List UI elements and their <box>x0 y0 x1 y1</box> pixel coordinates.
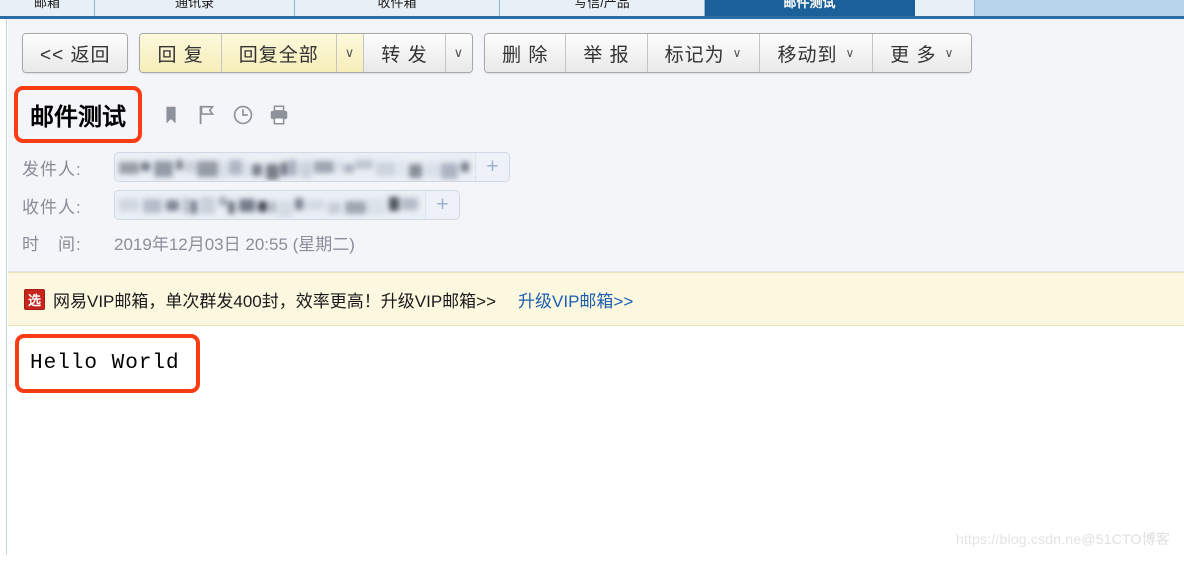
bookmark-icon[interactable] <box>160 104 182 126</box>
mail-page: << 返回 回 复 回复全部 ∨ 转 发 ∨ 删 除 举 报 标记为 ∨ 移动到 ∨ 更 多 ∨ 邮件测试 <box>0 19 1184 576</box>
reply-button[interactable]: 回 复 <box>140 34 222 72</box>
to-label: 收件人: <box>22 197 82 217</box>
more-button-chevron-down-icon: ∨ <box>944 46 955 60</box>
mail-subject: 邮件测试 <box>30 104 126 131</box>
forward-button[interactable]: 转 发 <box>364 34 446 72</box>
reply-all-button-label: 回复全部 <box>238 44 319 66</box>
watermark: https://blog.csdn.ne@51CTO博客 <box>956 529 1170 549</box>
to-address-pill[interactable]: + <box>114 190 460 220</box>
browser-tab-label-1: 通讯录 <box>174 0 214 10</box>
move-to-button-label: 移动到 <box>777 44 838 66</box>
move-to-button-chevron-down-icon: ∨ <box>845 46 856 60</box>
reply-dropdown-caret-label: ∨ <box>344 45 356 60</box>
flag-icon[interactable] <box>196 104 218 126</box>
ad-text: 网易VIP邮箱，单次群发400封，效率更高！升级VIP邮箱>> <box>53 291 497 311</box>
back-button[interactable]: << 返回 <box>23 34 128 72</box>
vip-ad-banner: 选 网易VIP邮箱，单次群发400封，效率更高！升级VIP邮箱>> 升级VIP邮… <box>8 272 1184 326</box>
subject-row: 邮件测试 <box>8 85 1184 143</box>
time-value: 2019年12月03日 20:55 (星期二) <box>114 235 355 254</box>
forward-dropdown-caret[interactable]: ∨ <box>445 34 473 72</box>
to-address-redacted <box>115 191 425 219</box>
from-label: 发件人: <box>22 159 82 179</box>
report-button[interactable]: 举 报 <box>566 34 648 72</box>
print-icon[interactable] <box>268 104 290 126</box>
reply-button-label: 回 复 <box>157 44 204 66</box>
browser-tab-1[interactable]: 通讯录 <box>95 0 295 16</box>
browser-tab-strip: 邮箱 通讯录 收件箱 写信/产品 邮件测试 <box>0 0 1184 16</box>
add-sender-contact-button[interactable]: + <box>475 153 509 181</box>
mark-as-button[interactable]: 标记为 ∨ <box>647 34 761 72</box>
browser-tab-0[interactable]: 邮箱 <box>0 0 95 16</box>
browser-tab-label-2: 收件箱 <box>377 0 417 10</box>
watermark-url: https://blog.csdn.ne <box>955 531 1082 547</box>
from-address-pill[interactable]: + <box>114 152 510 182</box>
mail-toolbar: << 返回 回 复 回复全部 ∨ 转 发 ∨ 删 除 举 报 标记为 ∨ 移动到 ∨ 更 多 ∨ <box>8 19 1184 85</box>
toolbar-group-back: << 返回 <box>22 33 129 73</box>
time-label: 时 间: <box>22 235 82 254</box>
toolbar-group-reply: 回 复 回复全部 ∨ 转 发 ∨ <box>139 33 474 73</box>
subject-annotated-box: 邮件测试 <box>14 86 142 143</box>
mail-body-text: Hello World <box>30 352 180 375</box>
time-row: 时 间: 2019年12月03日 20:55 (星期二) <box>8 226 1184 271</box>
mark-as-button-chevron-down-icon: ∨ <box>732 46 743 60</box>
add-recipient-contact-button[interactable]: + <box>425 191 459 219</box>
body-annotated-box: Hello World <box>15 334 200 393</box>
more-button-label: 更 多 <box>890 44 937 66</box>
ad-badge-icon: 选 <box>24 288 45 310</box>
mail-content: << 返回 回 复 回复全部 ∨ 转 发 ∨ 删 除 举 报 标记为 ∨ 移动到 ∨ 更 多 ∨ 邮件测试 <box>8 19 1184 576</box>
more-button[interactable]: 更 多 ∨ <box>873 34 972 72</box>
browser-tab-strip-filler <box>975 0 1184 16</box>
reply-dropdown-caret[interactable]: ∨ <box>336 34 365 72</box>
from-row: 发件人: + <box>22 148 1184 186</box>
left-rail <box>0 19 7 555</box>
clock-icon[interactable] <box>232 104 254 126</box>
forward-dropdown-caret-label: ∨ <box>453 45 465 60</box>
back-button-label: << 返回 <box>40 44 111 66</box>
move-to-button[interactable]: 移动到 ∨ <box>760 34 874 72</box>
mail-header-zone: << 返回 回 复 回复全部 ∨ 转 发 ∨ 删 除 举 报 标记为 ∨ 移动到 ∨ 更 多 ∨ 邮件测试 <box>8 19 1184 272</box>
browser-tab-2[interactable]: 收件箱 <box>295 0 500 16</box>
reply-all-button[interactable]: 回复全部 <box>221 34 337 72</box>
browser-tab-4[interactable]: 邮件测试 <box>705 0 915 16</box>
browser-tab-label-3: 写信/产品 <box>574 0 630 10</box>
to-row: 收件人: + <box>22 186 1184 224</box>
delete-button[interactable]: 删 除 <box>485 34 567 72</box>
report-button-label: 举 报 <box>583 44 630 66</box>
browser-tab-5[interactable] <box>915 0 975 16</box>
subject-icon-group <box>160 104 290 126</box>
toolbar-group-actions: 删 除 举 报 标记为 ∨ 移动到 ∨ 更 多 ∨ <box>484 33 973 73</box>
mail-meta: 发件人: + 收件人: + <box>8 142 1184 226</box>
watermark-tag: @51CTO博客 <box>1081 531 1170 547</box>
browser-tab-label-0: 邮箱 <box>33 0 60 10</box>
mark-as-button-label: 标记为 <box>664 44 725 66</box>
browser-tab-3[interactable]: 写信/产品 <box>500 0 705 16</box>
delete-button-label: 删 除 <box>502 44 549 66</box>
forward-button-label: 转 发 <box>381 44 428 66</box>
browser-tab-label-4: 邮件测试 <box>783 0 836 10</box>
from-address-redacted <box>115 153 475 181</box>
upgrade-vip-link[interactable]: 升级VIP邮箱>> <box>518 287 633 312</box>
